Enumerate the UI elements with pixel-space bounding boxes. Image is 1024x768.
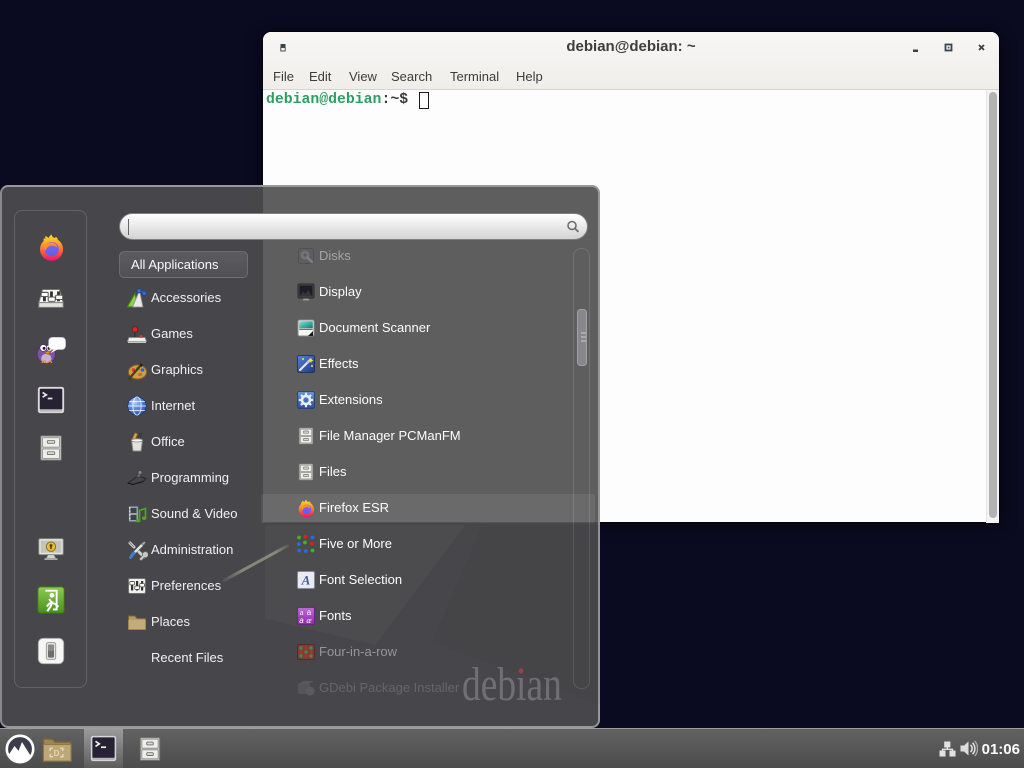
svg-text:D: D: [54, 749, 60, 758]
svg-text:A: A: [301, 573, 311, 588]
svg-text:æ: æ: [306, 616, 312, 625]
svg-text:a: a: [299, 616, 304, 625]
